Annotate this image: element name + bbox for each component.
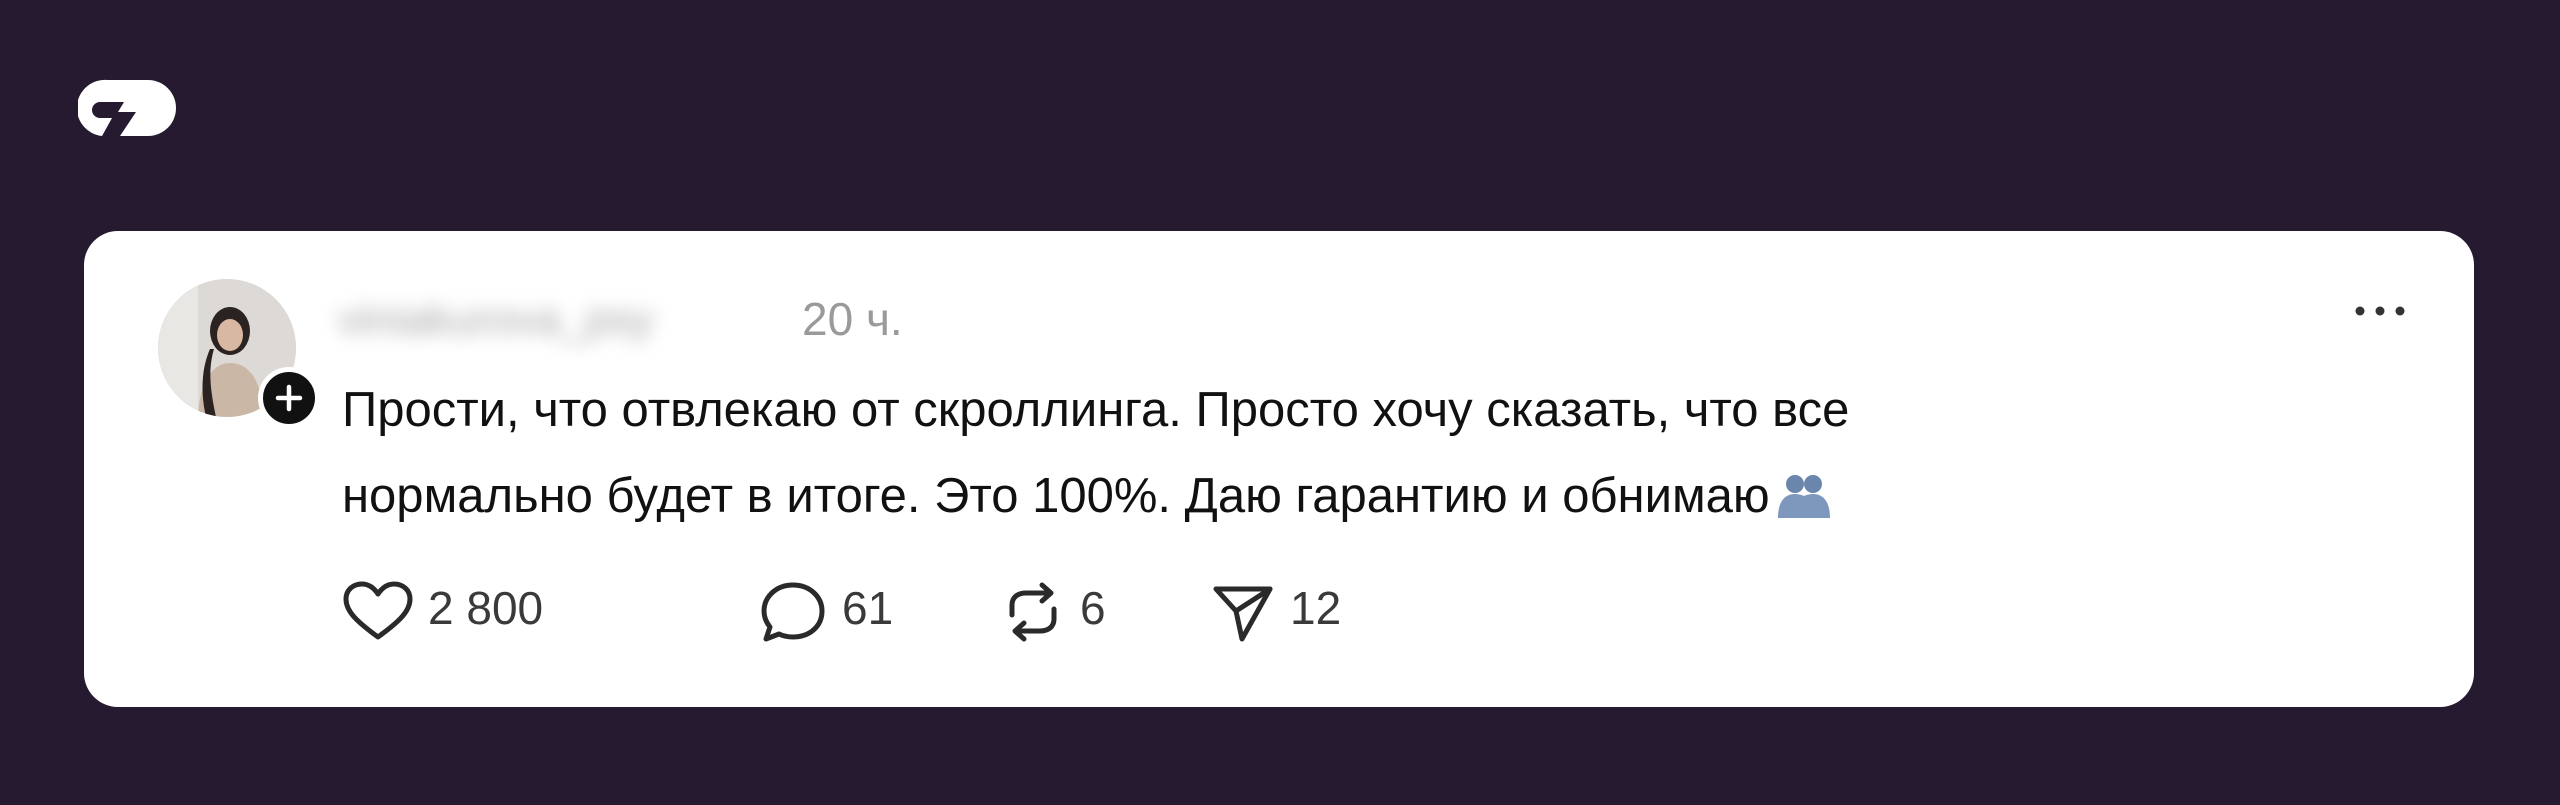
repost-button[interactable]: 6 xyxy=(1002,571,1122,643)
post-text-line: нормально будет в итоге. Это 100%. Даю г… xyxy=(342,453,2322,539)
comment-count: 61 xyxy=(842,582,894,634)
repost-count: 6 xyxy=(1080,582,1106,634)
follow-button[interactable] xyxy=(258,367,320,429)
share-count: 12 xyxy=(1290,582,1342,634)
post-text-line: Прости, что отвлекаю от скроллинга. Прос… xyxy=(342,383,1850,437)
repost-icon xyxy=(1009,582,1057,642)
hugging-people-emoji xyxy=(1777,475,1830,518)
author-avatar[interactable] xyxy=(158,279,320,429)
post-timestamp: 20 ч. xyxy=(802,293,903,345)
author-username[interactable]: viniakurova_psy xyxy=(338,291,768,349)
more-options-icon[interactable] xyxy=(2348,291,2412,331)
like-count: 2 800 xyxy=(428,582,544,634)
comment-icon xyxy=(761,582,825,642)
plus-icon xyxy=(275,384,303,412)
heart-icon xyxy=(343,581,413,640)
comment-button[interactable]: 61 xyxy=(760,571,910,643)
send-icon xyxy=(1213,586,1273,642)
like-button[interactable]: 2 800 xyxy=(342,571,572,643)
post-body: Прости, что отвлекаю от скроллинга. Прос… xyxy=(342,367,2322,539)
post-card: viniakurova_psy 20 ч. Прости, что отвлек… xyxy=(84,231,2474,707)
share-button[interactable]: 12 xyxy=(1212,571,1372,643)
brand-logo-icon xyxy=(78,79,176,136)
